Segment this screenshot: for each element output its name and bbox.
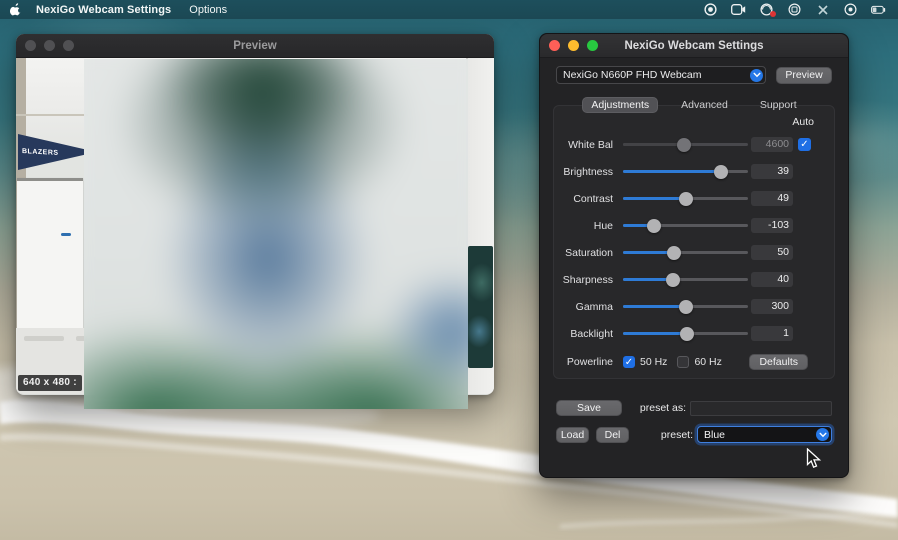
settings-window-titlebar[interactable]: NexiGo Webcam Settings — [540, 34, 848, 58]
circled-grid-icon[interactable] — [787, 3, 802, 16]
preset-select[interactable]: Blue — [697, 426, 832, 443]
mouse-cursor — [806, 448, 822, 469]
meeting-red-badge-icon[interactable] — [759, 3, 776, 17]
auto-label: Auto — [792, 116, 814, 128]
slider-row-saturation: Saturation 50 — [554, 239, 834, 266]
adjustments-panel: Auto White Bal 4600 ✓ Brightness 39 Cont… — [553, 105, 835, 379]
marker-stroke — [61, 233, 71, 236]
white-bal-slider[interactable] — [623, 137, 748, 152]
x-tool-icon[interactable] — [815, 3, 830, 16]
powerline-60hz-checkbox[interactable]: ✓ — [677, 356, 690, 368]
preset-as-label: preset as: — [639, 402, 686, 414]
powerline-60hz-label: 60 Hz — [694, 356, 722, 368]
slider-handle[interactable] — [713, 164, 728, 179]
slider-row-gamma: Gamma 300 — [554, 293, 834, 320]
backlight-slider[interactable] — [623, 326, 748, 341]
apple-menu-icon[interactable] — [10, 2, 22, 17]
blurred-person — [84, 59, 468, 409]
slider-label: White Bal — [568, 138, 613, 151]
slider-row-backlight: Backlight 1 — [554, 320, 834, 347]
load-button[interactable]: Load — [556, 426, 589, 443]
slider-value[interactable]: 4600 — [751, 137, 793, 152]
chevron-down-icon — [750, 68, 763, 82]
settings-window: NexiGo Webcam Settings NexiGo N660P FHD … — [539, 33, 849, 478]
brightness-slider[interactable] — [623, 164, 748, 179]
saturation-slider[interactable] — [623, 245, 748, 260]
poster — [468, 246, 493, 368]
slider-value[interactable]: 50 — [751, 245, 793, 260]
slider-row-contrast: Contrast 49 — [554, 185, 834, 212]
slider-label: Gamma — [575, 300, 613, 313]
slider-row-sharpness: Sharpness 40 — [554, 266, 834, 293]
pennant-text: BLAZERS — [22, 147, 59, 157]
tab-bar: Adjustments Advanced Support — [540, 97, 848, 113]
whiteboard — [17, 178, 83, 328]
preview-window-title: Preview — [233, 39, 277, 52]
record-icon[interactable] — [703, 3, 718, 16]
slider-label: Contrast — [573, 192, 613, 205]
powerline-label: Powerline — [566, 356, 613, 368]
preset-label: preset: — [660, 428, 693, 441]
slider-handle[interactable] — [678, 299, 693, 314]
contrast-slider[interactable] — [623, 191, 748, 206]
del-button[interactable]: Del — [596, 426, 629, 443]
preview-window: Preview BLAZERS 640 x 480 : — [16, 34, 494, 409]
defaults-button[interactable]: Defaults — [749, 354, 808, 370]
menu-bar: NexiGo Webcam Settings Options — [0, 0, 898, 19]
sharpness-slider[interactable] — [623, 272, 748, 287]
powerline-50hz-label: 50 Hz — [640, 356, 668, 368]
slider-handle[interactable] — [667, 245, 682, 260]
menubar-status-icons — [703, 3, 886, 17]
circled-dot-icon[interactable] — [843, 3, 858, 16]
preset-name-input[interactable] — [690, 400, 832, 416]
save-preset-row: Save preset as: — [556, 400, 832, 416]
slider-handle[interactable] — [678, 191, 693, 206]
device-select-value: NexiGo N660P FHD Webcam — [563, 69, 702, 81]
slider-value[interactable]: 39 — [751, 164, 793, 179]
webcam-video-feed: BLAZERS 640 x 480 : — [16, 58, 494, 409]
device-select[interactable]: NexiGo N660P FHD Webcam — [556, 66, 766, 84]
settings-window-title: NexiGo Webcam Settings — [624, 39, 764, 52]
resolution-badge: 640 x 480 : — [18, 375, 82, 391]
hue-slider[interactable] — [623, 218, 748, 233]
slider-label: Hue — [593, 219, 613, 232]
preview-window-titlebar[interactable]: Preview — [16, 34, 494, 58]
slider-value[interactable]: -103 — [751, 218, 793, 233]
slider-label: Backlight — [570, 327, 613, 340]
preview-button[interactable]: Preview — [776, 66, 832, 84]
video-camera-icon[interactable] — [731, 3, 746, 16]
slider-row-hue: Hue -103 — [554, 212, 834, 239]
powerline-row: Powerline ✓ 50 Hz ✓ 60 Hz Defaults — [554, 354, 834, 370]
slider-value[interactable]: 300 — [751, 299, 793, 314]
slider-row-brightness: Brightness 39 — [554, 158, 834, 185]
slider-label: Saturation — [565, 246, 613, 259]
slider-value[interactable]: 40 — [751, 272, 793, 287]
gamma-slider[interactable] — [623, 299, 748, 314]
auto-checkbox[interactable]: ✓ — [798, 138, 811, 151]
slider-handle[interactable] — [679, 326, 694, 341]
save-button[interactable]: Save — [556, 400, 622, 416]
slider-row-white-bal: White Bal 4600 ✓ — [554, 131, 834, 158]
slider-handle[interactable] — [677, 137, 692, 152]
slider-label: Brightness — [563, 165, 613, 178]
blur-art — [84, 59, 468, 409]
load-preset-row: Load Del preset: Blue — [556, 426, 832, 443]
preset-select-value: Blue — [704, 428, 726, 441]
slider-value[interactable]: 1 — [751, 326, 793, 341]
tab-advanced[interactable]: Advanced — [672, 97, 737, 113]
powerline-50hz-checkbox[interactable]: ✓ — [623, 356, 635, 368]
blazers-pennant: BLAZERS — [18, 134, 84, 170]
battery-icon[interactable] — [871, 3, 886, 16]
slider-handle[interactable] — [666, 272, 680, 287]
chevron-down-icon — [816, 428, 829, 441]
tab-support[interactable]: Support — [751, 97, 806, 113]
slider-label: Sharpness — [562, 273, 613, 286]
menubar-options[interactable]: Options — [189, 4, 227, 16]
notification-badge — [770, 11, 776, 17]
slider-handle[interactable] — [647, 218, 662, 233]
slider-value[interactable]: 49 — [751, 191, 793, 206]
menubar-app-name[interactable]: NexiGo Webcam Settings — [36, 4, 171, 16]
tab-adjustments[interactable]: Adjustments — [582, 97, 659, 113]
